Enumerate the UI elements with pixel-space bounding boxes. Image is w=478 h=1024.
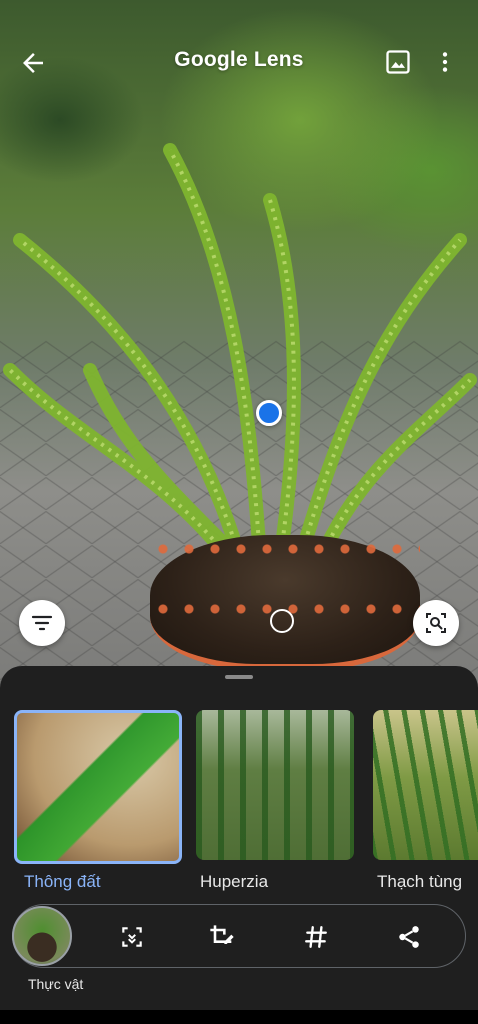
top-bar: Google Lens <box>0 38 478 86</box>
avatar-caption: Thực vật <box>28 976 84 992</box>
result-label: Thông đất <box>24 872 101 891</box>
result-thumbnail[interactable] <box>373 710 478 860</box>
translate-scan-icon[interactable] <box>117 922 147 952</box>
result-label: Huperzia <box>200 872 269 891</box>
bottom-strip <box>0 1010 478 1024</box>
share-icon[interactable] <box>394 922 424 952</box>
result-card[interactable]: Thông đất <box>14 710 182 891</box>
focus-point[interactable] <box>256 400 282 426</box>
action-bar <box>12 904 466 968</box>
result-card[interactable]: Huperzia <box>196 710 354 891</box>
avatar[interactable] <box>12 906 72 966</box>
drag-handle[interactable] <box>225 675 253 679</box>
crop-edit-icon[interactable] <box>207 922 237 952</box>
image-search-icon[interactable] <box>413 600 459 646</box>
camera-preview[interactable] <box>0 0 478 700</box>
shutter-ring[interactable] <box>270 609 294 633</box>
results-sheet: Thông đất Huperzia Thạch tùng <box>0 666 478 1024</box>
result-thumbnail[interactable] <box>14 710 182 864</box>
image-gallery-icon[interactable] <box>384 48 414 78</box>
hashtag-icon[interactable] <box>301 922 331 952</box>
result-card[interactable]: Thạch tùng <box>373 710 478 891</box>
result-label: Thạch tùng <box>377 872 463 891</box>
more-vert-icon[interactable] <box>432 48 458 78</box>
plant-pot <box>150 535 420 670</box>
filter-icon[interactable] <box>19 600 65 646</box>
result-thumbnail[interactable] <box>196 710 354 860</box>
